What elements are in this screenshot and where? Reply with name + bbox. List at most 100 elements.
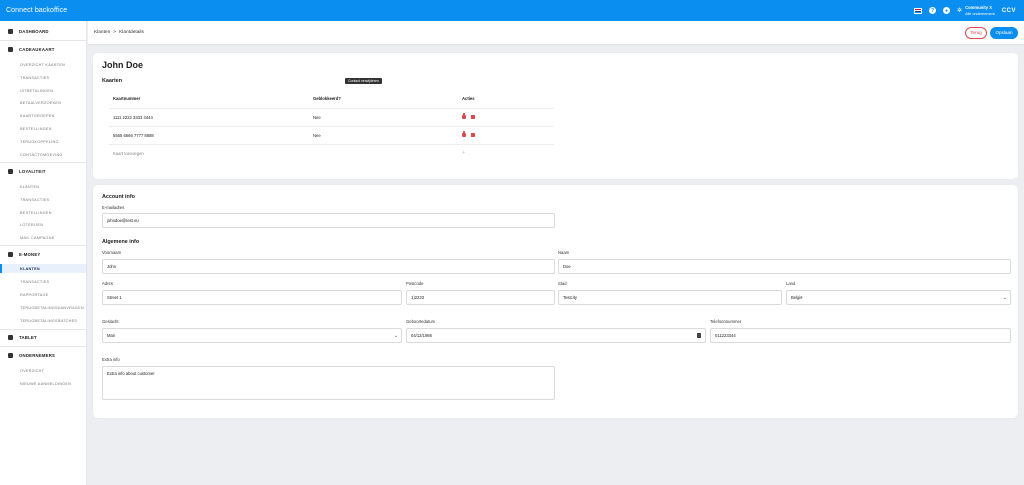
gender-value: Man [107, 333, 116, 338]
account-title: Account info [102, 194, 135, 200]
country-select[interactable]: België ⌄ [786, 290, 1011, 305]
lastname-label: Naam [558, 250, 570, 255]
language-flag-icon[interactable] [914, 7, 923, 14]
sidebar-item-terugbetalingsaanvragen[interactable]: TERUGBETALINGSAANVRAGEN [0, 303, 86, 312]
breadcrumb-separator: > [113, 30, 117, 35]
country-value: België [791, 295, 803, 300]
grid-icon [8, 28, 13, 34]
company-subtitle: Alle ondernemers [965, 11, 995, 16]
sidebar-item-terugbetalingsbatches[interactable]: TERUGBETALINGSBATCHES [0, 316, 86, 325]
breadcrumb: Klanten > Klantdetails [88, 30, 965, 35]
firstname-field[interactable]: John [102, 259, 555, 274]
add-card-input[interactable]: Kaart toevoegen [113, 151, 144, 156]
trash-icon[interactable] [471, 114, 475, 119]
sidebar: DASHBOARD CADEAUKAART OVERZICHT KAARTEN … [0, 21, 87, 485]
sidebar-item-klanten[interactable]: KLANTEN [0, 182, 86, 191]
city-field[interactable]: Testcity [558, 290, 782, 305]
column-header-geblokkeerd: Geblokkeerd? [313, 96, 341, 101]
calendar-icon[interactable] [697, 333, 701, 338]
sidebar-item-transacties[interactable]: TRANSACTIES [0, 73, 86, 82]
sidebar-item-overzicht-kaarten[interactable]: OVERZICHT KAARTEN [0, 60, 86, 69]
sidebar-item-kaartgroepen[interactable]: KAARTGROEPEN [0, 111, 86, 120]
postcode-label: Postcode [406, 281, 424, 286]
email-label: E-mailadres [102, 205, 125, 210]
brand-logo: CCV [1001, 7, 1016, 14]
firstname-value: John [107, 264, 117, 269]
lastname-field[interactable]: Doe [558, 259, 1011, 274]
save-button[interactable]: Opslaan [990, 26, 1018, 39]
cards-title: Kaarten [102, 78, 123, 84]
sidebar-section-loyaliteit[interactable]: LOYALITEIT [0, 166, 86, 176]
sidebar-item-contactomgeving[interactable]: CONTACTOMGEVING [0, 150, 86, 159]
sidebar-item-transacties[interactable]: TRANSACTIES [0, 195, 86, 204]
sidebar-item-loterijen[interactable]: LOTERIJEN [0, 220, 86, 229]
sidebar-section-dashboard[interactable]: DASHBOARD [0, 26, 86, 36]
back-button[interactable]: Terug [965, 26, 987, 39]
phone-label: Telefoonnummer [710, 319, 742, 324]
email-field[interactable]: johndoe@test.eu [102, 213, 555, 228]
sidebar-item-uitbetalingen[interactable]: UITBETALINGEN [0, 86, 86, 95]
sidebar-item-klanten-active[interactable]: KLANTEN [0, 264, 86, 273]
tooltip: Contact verwijderen [345, 78, 382, 84]
lock-icon[interactable] [462, 113, 466, 119]
store-icon [8, 352, 13, 358]
chevron-down-icon: ⌄ [1002, 295, 1007, 301]
column-header-kaartnummer: Kaartnummer [113, 96, 141, 101]
sidebar-section-ondernemers[interactable]: ONDERNEMERS [0, 350, 86, 360]
extra-info-textarea[interactable]: Extra info about customer [102, 366, 555, 400]
extra-info-value: Extra info about customer [107, 371, 155, 376]
phone-field[interactable]: 011223344 [710, 328, 1011, 343]
sidebar-section-e-money[interactable]: E-MONEY [0, 249, 86, 259]
sidebar-section-tablet[interactable]: TABLET [0, 332, 86, 342]
card-number: 5555 6666 7777 8888 [113, 133, 154, 138]
sidebar-item-overzicht[interactable]: OVERZICHT [0, 366, 86, 375]
sidebar-item-transacties[interactable]: TRANSACTIES [0, 277, 86, 286]
sidebar-section-label: ONDERNEMERS [19, 352, 56, 358]
help-icon[interactable]: ? [929, 7, 937, 14]
sidebar-item-bestellingen[interactable]: BESTELLINGEN [0, 124, 86, 133]
sidebar-item-nieuwe-aanmeldingen[interactable]: NIEUWE AANMELDINGEN [0, 379, 86, 388]
lock-icon[interactable] [462, 131, 466, 137]
info-card: Account info E-mailadres johndoe@test.eu… [93, 185, 1018, 418]
sidebar-item-betaalverzoeken[interactable]: BETAALVERZOEKEN [0, 98, 86, 107]
tag-icon [8, 168, 13, 174]
sidebar-item-terugkoppeling[interactable]: TERUGKOPPELING [0, 137, 86, 146]
app-title: Connect backoffice [6, 7, 68, 14]
plus-icon[interactable]: + [462, 150, 465, 156]
sidebar-item-bestellingen[interactable]: BESTELLINGEN [0, 208, 86, 217]
sidebar-item-rapportage[interactable]: RAPPORTAGE [0, 290, 86, 299]
trash-icon[interactable] [471, 132, 475, 137]
divider [0, 40, 86, 41]
sidebar-item-mail-campagne[interactable]: MAIL CAMPAGNE [0, 233, 86, 242]
sidebar-section-label: E-MONEY [19, 251, 41, 257]
chevron-down-icon: ⌄ [393, 333, 398, 339]
gender-select[interactable]: Man ⌄ [102, 328, 402, 343]
sidebar-section-cadeaukaart[interactable]: CADEAUKAART [0, 44, 86, 54]
card-number: 1111 2222 3333 4444 [113, 115, 153, 120]
birthdate-field[interactable]: 04/12/1986 [406, 328, 706, 343]
breadcrumb-klanten[interactable]: Klanten [94, 30, 110, 35]
top-bar: Connect backoffice ? ● ✲ Community X All… [0, 0, 1024, 21]
community-icon: ✲ [957, 8, 963, 14]
divider [109, 108, 554, 109]
tablet-icon [8, 334, 13, 340]
address-label: Adres [102, 281, 113, 286]
gift-icon [8, 46, 13, 52]
breadcrumb-klantdetails: Klantdetails [119, 30, 144, 35]
postcode-field[interactable]: 1)2233 [406, 290, 555, 305]
card-actions [462, 131, 475, 137]
company-switcher[interactable]: ✲ Community X Alle ondernemers [957, 5, 995, 17]
divider [0, 346, 86, 347]
phone-value: 011223344 [715, 333, 736, 338]
card-icon [8, 251, 13, 257]
sidebar-section-label: LOYALITEIT [19, 168, 46, 174]
extra-info-label: Extra info [102, 357, 120, 362]
divider [109, 144, 554, 145]
user-icon[interactable]: ● [943, 7, 951, 14]
gender-label: Geslacht [102, 319, 119, 324]
email-value: johndoe@test.eu [107, 218, 139, 223]
address-field[interactable]: Street 1 [102, 290, 402, 305]
divider [109, 126, 554, 127]
country-label: Land [786, 281, 796, 286]
card-blocked: Nee [313, 133, 321, 138]
